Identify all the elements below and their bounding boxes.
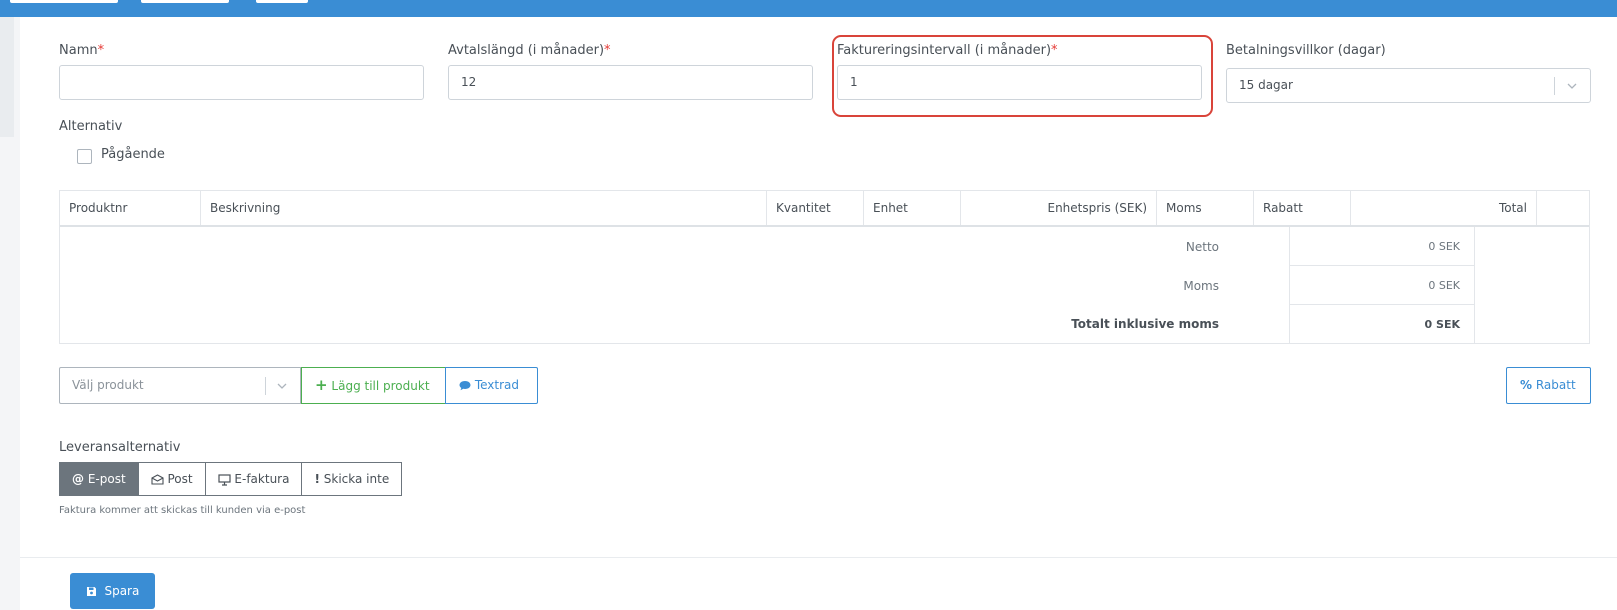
plus-icon: + bbox=[315, 376, 328, 394]
ongoing-checkbox[interactable] bbox=[77, 149, 92, 164]
exclamation-icon: ! bbox=[314, 472, 320, 486]
nav-tab-2[interactable] bbox=[141, 0, 229, 3]
billing-interval-highlight bbox=[832, 35, 1213, 117]
select-separator bbox=[265, 377, 266, 395]
options-label: Alternativ bbox=[59, 119, 123, 134]
footer-divider bbox=[20, 557, 1617, 558]
nav-tab-1[interactable] bbox=[10, 0, 118, 3]
delivery-options: @ E-post Post E-faktura ! Skicka inte bbox=[59, 462, 403, 496]
summary-total-label: Totalt inklusive moms bbox=[1071, 317, 1219, 331]
payment-terms-label: Betalningsvillkor (dagar) bbox=[1226, 43, 1386, 58]
delivery-option-dont-send[interactable]: ! Skicka inte bbox=[302, 463, 401, 495]
table-summary: Netto 0 SEK Moms 0 SEK Totalt inklusive … bbox=[60, 227, 1589, 344]
add-product-button[interactable]: + Lägg till produkt bbox=[301, 367, 446, 404]
product-select[interactable]: Välj produkt bbox=[59, 367, 301, 404]
contract-length-input[interactable]: 12 bbox=[448, 65, 813, 100]
delivery-option-einvoice[interactable]: E-faktura bbox=[206, 463, 303, 495]
ongoing-label: Pågående bbox=[101, 147, 165, 162]
contract-length-label: Avtalslängd (i månader)* bbox=[448, 43, 611, 58]
name-input[interactable] bbox=[59, 65, 424, 100]
col-beskrivning: Beskrivning bbox=[201, 191, 767, 225]
summary-netto-label: Netto bbox=[1185, 240, 1219, 254]
product-select-placeholder: Välj produkt bbox=[72, 378, 144, 392]
col-rabatt: Rabatt bbox=[1254, 191, 1351, 225]
col-enhet: Enhet bbox=[864, 191, 961, 225]
envelope-icon bbox=[151, 472, 164, 486]
save-button[interactable]: Spara bbox=[70, 573, 155, 609]
col-total: Total bbox=[1351, 191, 1537, 225]
discount-button[interactable]: % Rabatt bbox=[1506, 367, 1591, 404]
payment-terms-select[interactable]: 15 dagar bbox=[1226, 68, 1591, 103]
select-separator bbox=[1554, 77, 1555, 95]
summary-total-value: 0 SEK bbox=[1289, 305, 1475, 344]
col-kvantitet: Kvantitet bbox=[767, 191, 864, 225]
table-header: Produktnr Beskrivning Kvantitet Enhet En… bbox=[60, 191, 1589, 227]
col-moms: Moms bbox=[1157, 191, 1254, 225]
text-row-button[interactable]: Textrad bbox=[445, 367, 538, 404]
name-label: Namn* bbox=[59, 43, 105, 58]
product-table: Produktnr Beskrivning Kvantitet Enhet En… bbox=[59, 190, 1590, 344]
monitor-icon bbox=[217, 472, 231, 486]
left-panel bbox=[0, 17, 14, 137]
payment-terms-value: 15 dagar bbox=[1239, 78, 1293, 92]
delivery-option-post[interactable]: Post bbox=[139, 463, 206, 495]
percent-icon: % bbox=[1520, 378, 1533, 392]
nav-tab-3[interactable] bbox=[256, 0, 308, 3]
summary-moms-label: Moms bbox=[1183, 279, 1219, 293]
summary-moms-value: 0 SEK bbox=[1289, 266, 1475, 305]
chevron-down-icon[interactable] bbox=[1566, 69, 1578, 102]
comment-icon bbox=[459, 378, 471, 392]
top-navbar bbox=[0, 0, 1617, 17]
summary-netto-value: 0 SEK bbox=[1289, 227, 1475, 266]
delivery-option-email[interactable]: @ E-post bbox=[60, 463, 139, 495]
col-enhetspris: Enhetspris (SEK) bbox=[961, 191, 1157, 225]
floppy-disk-icon bbox=[86, 584, 97, 598]
delivery-note: Faktura kommer att skickas till kunden v… bbox=[59, 505, 306, 516]
at-icon: @ bbox=[72, 472, 84, 486]
delivery-label: Leveransalternativ bbox=[59, 440, 181, 455]
col-produktnr: Produktnr bbox=[60, 191, 201, 225]
chevron-down-icon[interactable] bbox=[276, 368, 288, 403]
